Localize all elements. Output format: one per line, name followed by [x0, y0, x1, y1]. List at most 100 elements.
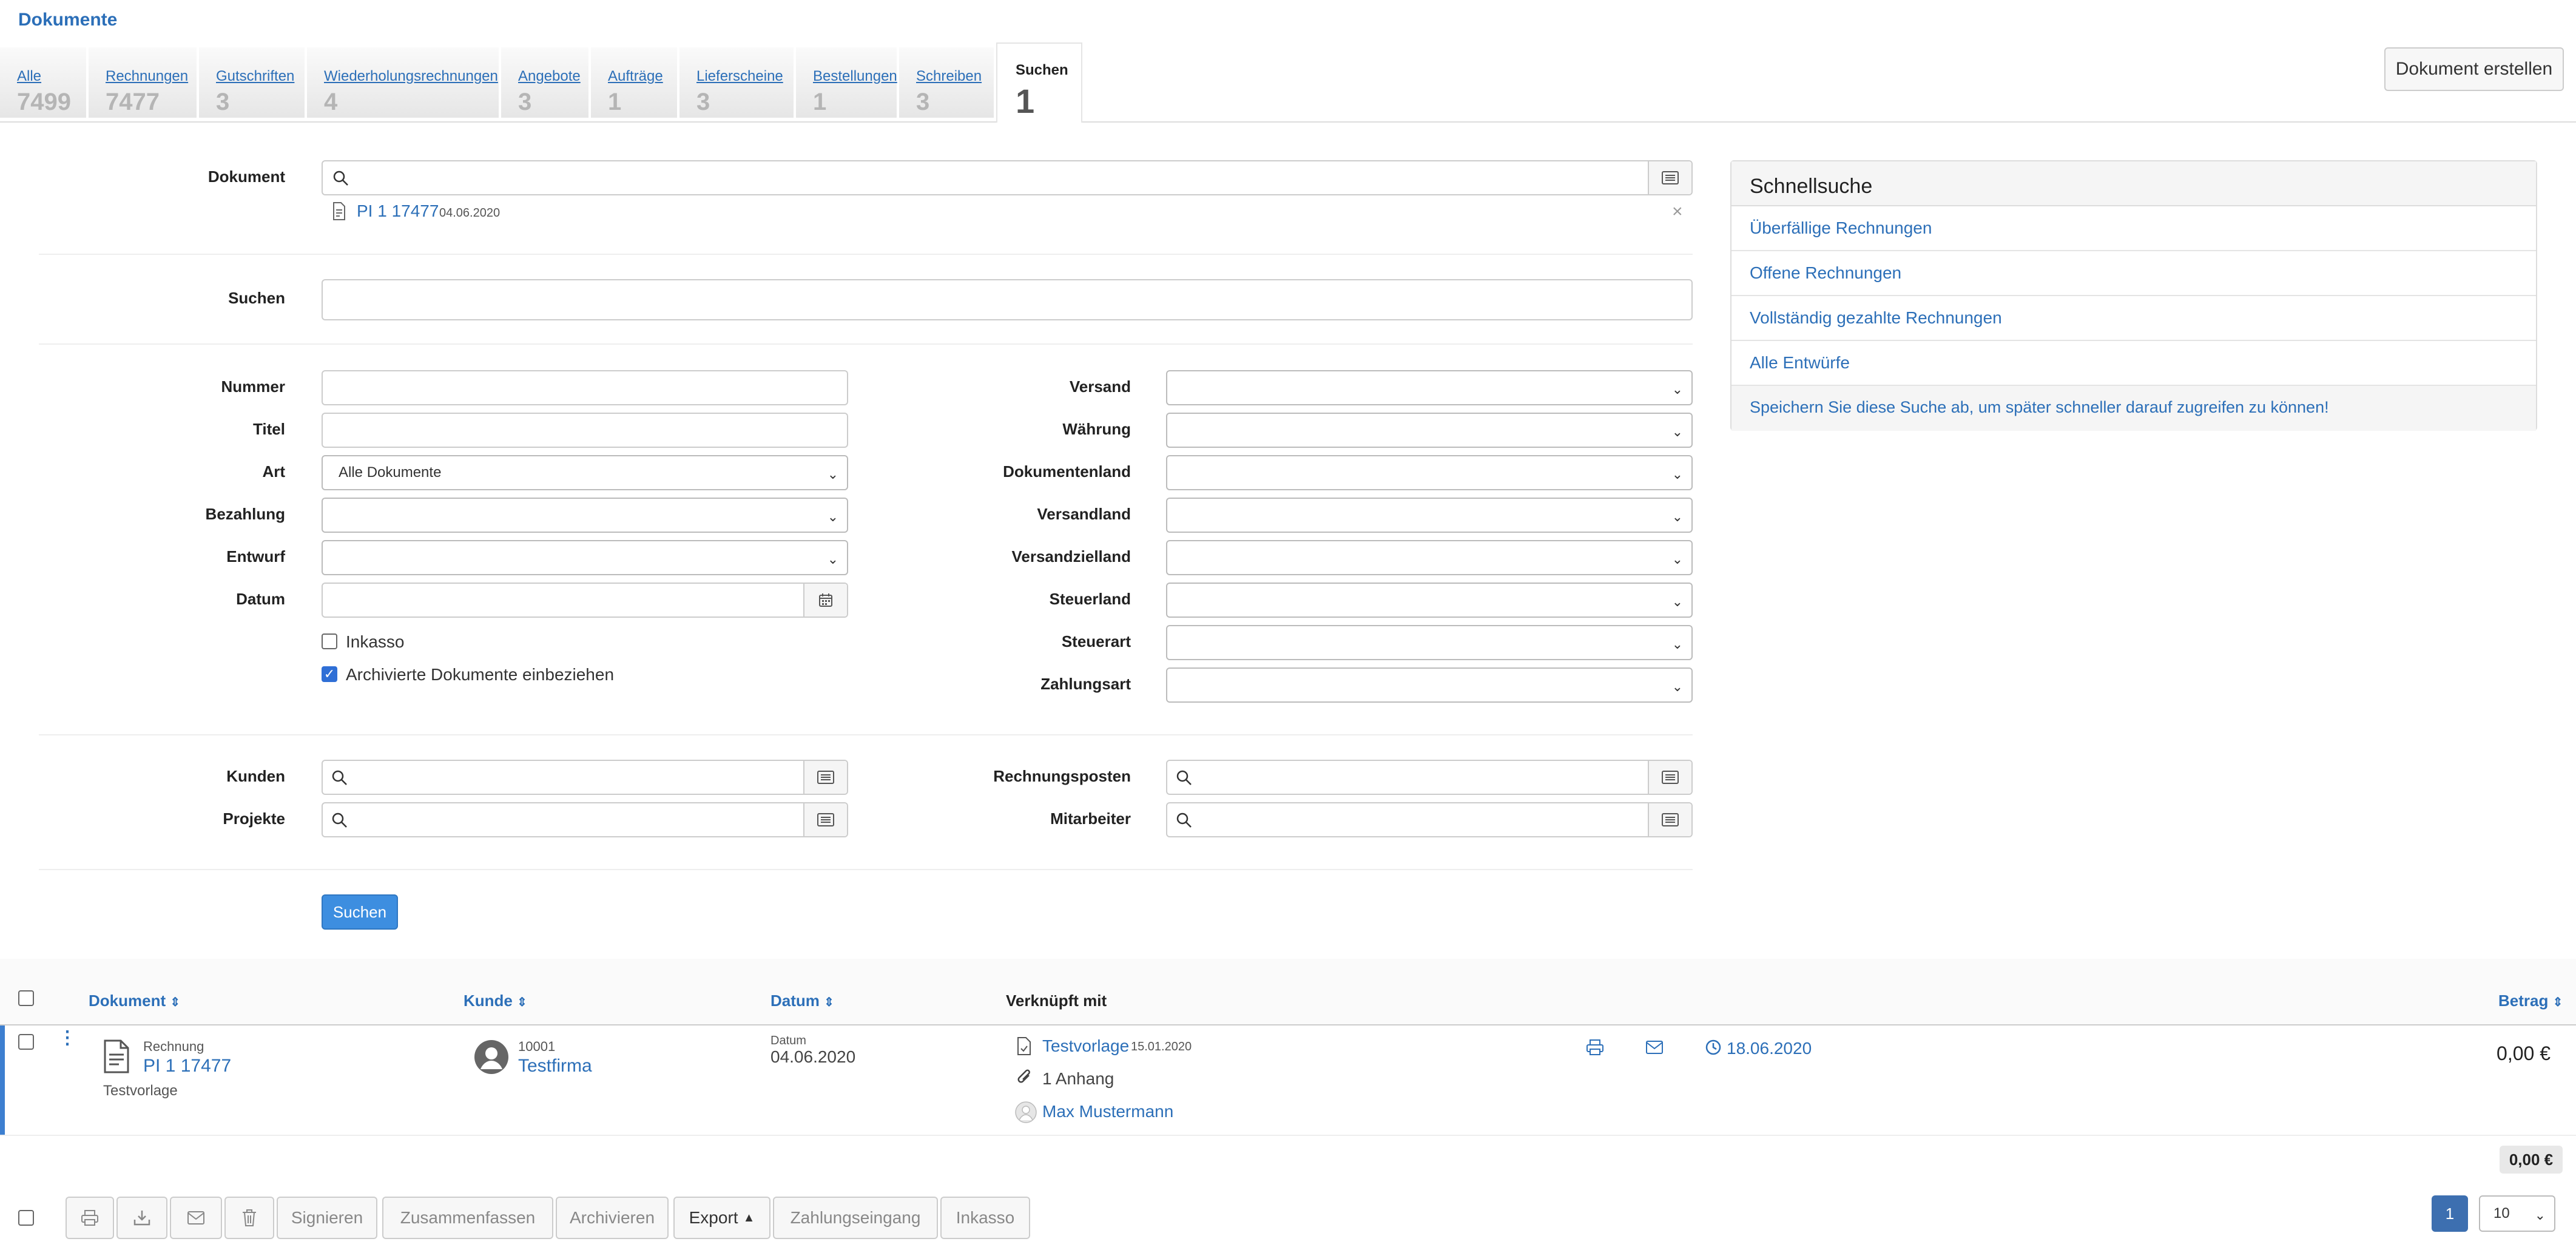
remove-document-close-icon[interactable]: × — [1672, 201, 1683, 222]
archiviert-checkbox-label: Archivierte Dokumente einbeziehen — [346, 665, 615, 684]
bezahlung-label: Bezahlung — [205, 505, 285, 523]
row-checkbox[interactable] — [18, 1034, 34, 1050]
sign-button[interactable]: Signieren — [277, 1197, 377, 1239]
tab-alle[interactable]: Alle 7499 — [0, 47, 87, 118]
download-icon — [133, 1211, 150, 1226]
quick-search-item[interactable]: Vollständig gezahlte Rechnungen — [1731, 296, 2536, 341]
datepicker-button[interactable] — [803, 584, 847, 617]
submit-search-button[interactable]: Suchen — [322, 894, 398, 930]
projekte-search-input[interactable] — [322, 802, 848, 837]
versandland-select[interactable]: ⌄ — [1166, 498, 1693, 533]
column-header-kunde[interactable]: Kunde ⇕ — [464, 992, 527, 1010]
steuerland-label: Steuerland — [1049, 590, 1131, 608]
email-icon[interactable] — [1645, 1040, 1664, 1055]
column-header-betrag[interactable]: Betrag ⇕ — [2498, 992, 2563, 1010]
linked-template-link[interactable]: Testvorlage — [1042, 1036, 1129, 1056]
nummer-input[interactable] — [322, 370, 848, 405]
bulk-email-button[interactable] — [170, 1197, 222, 1239]
kunden-search-input[interactable] — [322, 760, 848, 795]
footer-select-all-checkbox[interactable] — [18, 1210, 34, 1226]
archiviert-checkbox[interactable]: ✓ — [322, 666, 337, 682]
mitarbeiter-search-input[interactable] — [1166, 802, 1693, 837]
archive-button[interactable]: Archivieren — [556, 1197, 669, 1239]
export-label: Export — [689, 1208, 738, 1227]
list-picker-button[interactable] — [803, 803, 847, 836]
inkasso-checkbox[interactable] — [322, 633, 337, 649]
dokument-label: Dokument — [207, 167, 285, 186]
art-select[interactable]: Alle Dokumente ⌄ — [322, 455, 848, 490]
versandzielland-select[interactable]: ⌄ — [1166, 540, 1693, 575]
projekte-label: Projekte — [223, 809, 285, 828]
table-row[interactable]: ⋮ Rechnung PI 1 17477 Testvorlage 10001 … — [0, 1025, 2576, 1135]
column-header-datum[interactable]: Datum ⇕ — [770, 992, 834, 1010]
versandland-label: Versandland — [1037, 505, 1131, 523]
dokumentenland-select[interactable]: ⌄ — [1166, 455, 1693, 490]
pagination-page-1[interactable]: 1 — [2432, 1195, 2468, 1232]
page-title: Dokumente — [18, 10, 118, 30]
steuerland-select[interactable]: ⌄ — [1166, 583, 1693, 618]
column-header-label: Datum — [770, 992, 820, 1010]
bulk-download-button[interactable] — [116, 1197, 167, 1239]
inkasso-button[interactable]: Inkasso — [940, 1197, 1030, 1239]
dokument-search-input[interactable] — [322, 160, 1693, 195]
document-tabs: Alle 7499 Rechnungen 7477 Gutschriften 3 Wi… — [0, 42, 2576, 123]
entwurf-select[interactable]: ⌄ — [322, 540, 848, 575]
create-document-button[interactable]: Dokument erstellen — [2384, 47, 2564, 91]
quick-search-item[interactable]: Alle Entwürfe — [1731, 341, 2536, 386]
document-icon — [333, 202, 345, 220]
bulk-delete-button[interactable] — [224, 1197, 274, 1239]
quick-search-item[interactable]: Offene Rechnungen — [1731, 251, 2536, 296]
column-header-dokument[interactable]: Dokument ⇕ — [89, 992, 180, 1010]
tab-count: 1 — [813, 89, 827, 115]
document-number-link[interactable]: PI 1 17477 — [143, 1056, 231, 1076]
payment-received-button[interactable]: Zahlungseingang — [773, 1197, 938, 1239]
customer-link[interactable]: Testfirma — [518, 1056, 592, 1076]
print-icon[interactable] — [1586, 1039, 1604, 1056]
datum-input[interactable] — [322, 583, 848, 618]
titel-input[interactable] — [322, 413, 848, 448]
tab-bestellungen[interactable]: Bestellungen 1 — [796, 47, 898, 118]
chevron-down-icon: ⌄ — [1671, 382, 1683, 397]
due-date-link[interactable]: 18.06.2020 — [1727, 1039, 1812, 1058]
bezahlung-select[interactable]: ⌄ — [322, 498, 848, 533]
calendar-icon — [819, 593, 832, 607]
list-picker-button[interactable] — [803, 761, 847, 794]
rechnungsposten-search-input[interactable] — [1166, 760, 1693, 795]
tab-rechnungen[interactable]: Rechnungen 7477 — [89, 47, 198, 118]
list-picker-button[interactable] — [1648, 761, 1691, 794]
list-icon — [817, 771, 834, 784]
merge-button[interactable]: Zusammenfassen — [382, 1197, 553, 1239]
row-menu-icon[interactable]: ⋮ — [58, 1029, 76, 1047]
tab-angebote[interactable]: Angebote 3 — [501, 47, 590, 118]
inkasso-checkbox-label: Inkasso — [346, 632, 405, 651]
versand-select[interactable]: ⌄ — [1166, 370, 1693, 405]
save-search-link[interactable]: Speichern Sie diese Suche ab, um später … — [1731, 386, 2536, 431]
tab-auftraege[interactable]: Aufträge 1 — [591, 47, 678, 118]
employee-link[interactable]: Max Mustermann — [1042, 1102, 1173, 1121]
attachments-count[interactable]: 1 Anhang — [1042, 1069, 1114, 1089]
tab-label: Gutschriften — [216, 68, 295, 84]
chevron-down-icon: ⌄ — [1671, 679, 1683, 694]
tab-suchen[interactable]: Suchen 1 — [996, 42, 1082, 123]
quick-search-item[interactable]: Überfällige Rechnungen — [1731, 206, 2536, 251]
datum-label: Datum — [236, 590, 285, 608]
template-file-icon — [1017, 1037, 1031, 1055]
tab-wiederholungsrechnungen[interactable]: Wiederholungsrechnungen 4 — [307, 47, 500, 118]
steuerart-select[interactable]: ⌄ — [1166, 625, 1693, 660]
waehrung-select[interactable]: ⌄ — [1166, 413, 1693, 448]
export-dropdown-button[interactable]: Export ▲ — [673, 1197, 770, 1239]
selected-document-number[interactable]: PI 1 17477 — [357, 201, 439, 221]
select-all-checkbox[interactable] — [18, 990, 34, 1006]
tab-gutschriften[interactable]: Gutschriften 3 — [199, 47, 306, 118]
list-picker-button[interactable] — [1648, 161, 1691, 194]
tab-lieferscheine[interactable]: Lieferscheine 3 — [679, 47, 795, 118]
zahlungsart-select[interactable]: ⌄ — [1166, 667, 1693, 703]
list-picker-button[interactable] — [1648, 803, 1691, 836]
chevron-down-icon: ⌄ — [827, 509, 838, 524]
zahlungsart-label: Zahlungsart — [1040, 675, 1131, 693]
fulltext-search-input[interactable] — [322, 279, 1693, 320]
tab-schreiben[interactable]: Schreiben 3 — [899, 47, 995, 118]
per-page-select[interactable]: 10 ⌄ — [2479, 1195, 2555, 1232]
tab-count: 3 — [696, 89, 710, 115]
bulk-print-button[interactable] — [66, 1197, 114, 1239]
